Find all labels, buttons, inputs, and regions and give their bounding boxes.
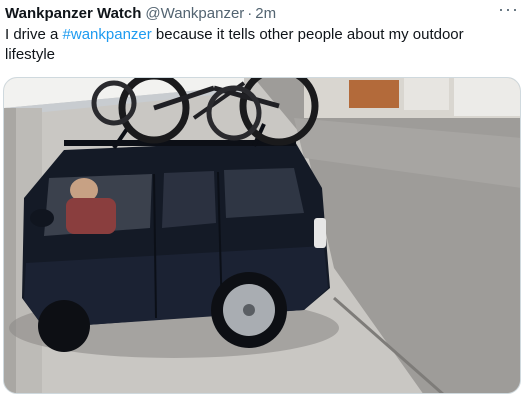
tweet-timestamp[interactable]: 2m bbox=[255, 5, 276, 22]
video-still-image bbox=[4, 78, 520, 393]
author-name[interactable]: Wankpanzer Watch bbox=[5, 5, 141, 22]
more-options-icon[interactable]: ··· bbox=[498, 0, 519, 18]
tweet-media-video[interactable] bbox=[3, 77, 521, 394]
author-handle[interactable]: @Wankpanzer bbox=[145, 5, 244, 22]
header-separator: · bbox=[247, 4, 253, 22]
tweet-text-before: I drive a bbox=[5, 26, 63, 43]
tweet-text: I drive a #wankpanzer because it tells o… bbox=[5, 25, 505, 65]
tweet-header: Wankpanzer Watch @Wankpanzer · 2m bbox=[5, 3, 515, 23]
hashtag-link[interactable]: #wankpanzer bbox=[63, 26, 152, 43]
